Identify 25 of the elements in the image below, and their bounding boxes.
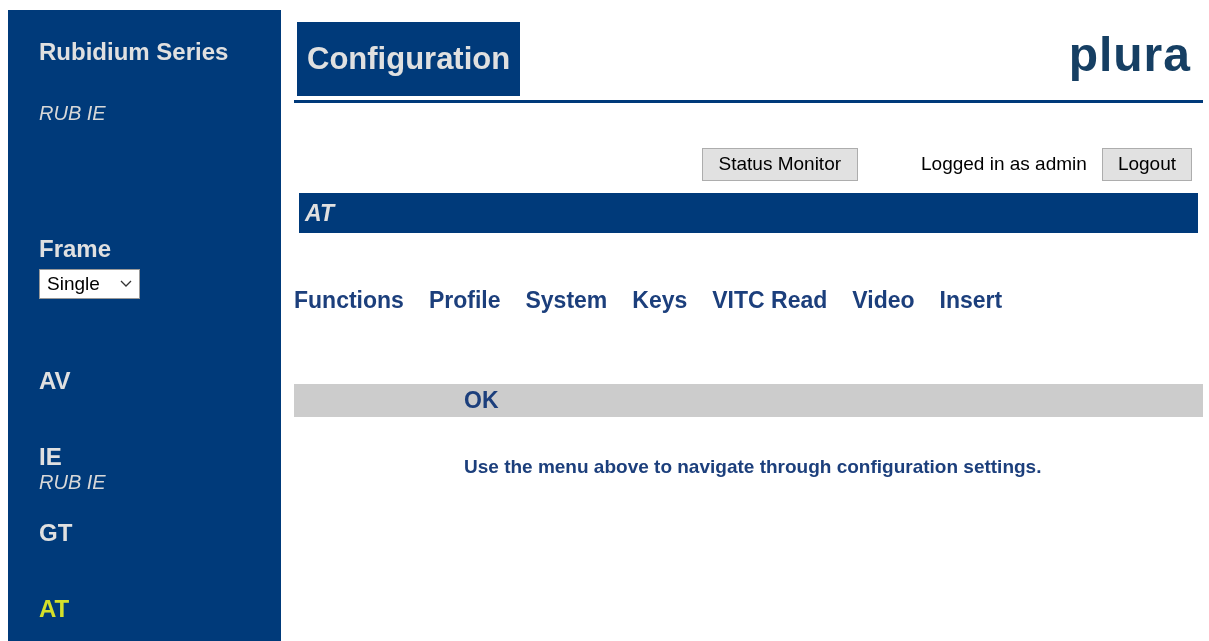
page-title: Configuration [297, 22, 521, 96]
menu-link[interactable]: Profile [428, 283, 501, 318]
item-subtitle: RUB IE [39, 471, 107, 493]
series-title: Rubidium Series [39, 38, 230, 66]
login-status: Logged in as admin [921, 151, 1087, 176]
model-name: RUB IE [39, 101, 107, 125]
menu-link[interactable]: Video [852, 283, 915, 318]
menu-link[interactable]: Keys [632, 283, 688, 318]
sidebar-item[interactable]: GT [39, 519, 73, 547]
sidebar-item[interactable]: AV [39, 367, 71, 395]
section-title: AT [305, 198, 334, 228]
logout-button[interactable]: Logout [1101, 147, 1192, 181]
frame-label: Frame [39, 235, 113, 263]
menu-link[interactable]: Insert [939, 283, 1003, 318]
menu-link[interactable]: System [525, 283, 608, 318]
status-monitor-button[interactable]: Status Monitor [701, 147, 859, 181]
sidebar-item[interactable]: IE [39, 443, 62, 471]
info-message: Use the menu above to navigate through configuration settings. [464, 454, 1043, 479]
sidebar-item[interactable]: AT [39, 595, 70, 623]
status-text: OK [464, 385, 499, 415]
frame-select[interactable]: Single [39, 269, 140, 299]
chevron-down-icon [120, 280, 132, 288]
menu-link[interactable]: Functions [294, 283, 404, 318]
logo: plura [1068, 30, 1191, 80]
menu-link[interactable]: VITC Read [712, 283, 828, 318]
